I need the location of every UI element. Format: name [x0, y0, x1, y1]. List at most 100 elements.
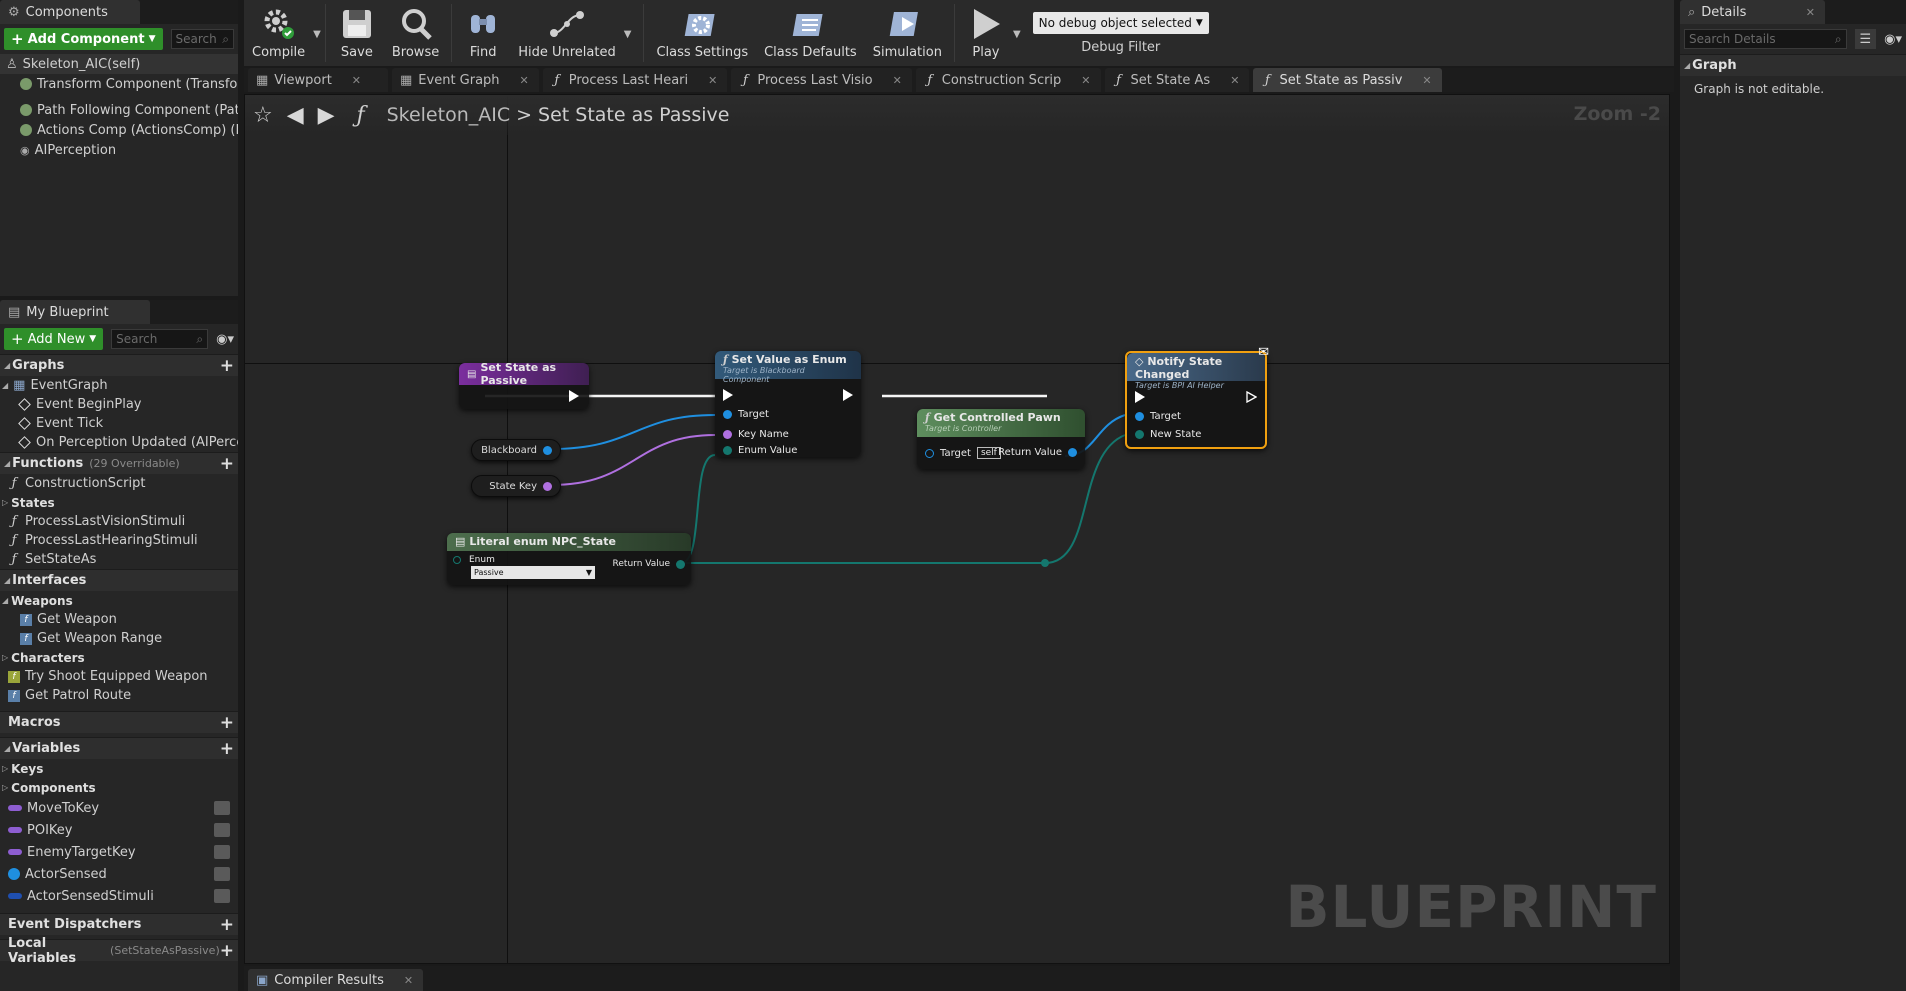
node-entry-set-state-as-passive[interactable]: ▤ Set State as Passive — [459, 361, 589, 409]
close-icon[interactable]: ✕ — [1230, 74, 1239, 87]
tab-compiler-results[interactable]: ▣ Compiler Results ✕ — [248, 969, 424, 991]
hide-unrelated-chevron-icon[interactable]: ▼ — [624, 29, 632, 40]
visibility-eye-icon[interactable]: ◉▾ — [216, 332, 234, 347]
visibility-toggle-icon[interactable] — [214, 823, 230, 837]
close-icon[interactable]: ✕ — [404, 974, 413, 987]
reroute-knot[interactable] — [1041, 559, 1049, 567]
close-icon[interactable]: ✕ — [893, 74, 902, 87]
section-macros[interactable]: Macros + — [0, 711, 238, 733]
interface-item-try-shoot[interactable]: f Try Shoot Equipped Weapon — [0, 667, 238, 686]
target-self-pin[interactable]: Target self — [925, 447, 1001, 459]
category-components[interactable]: ▷ Components — [0, 778, 238, 797]
hide-unrelated-button[interactable]: Hide Unrelated — [510, 0, 624, 66]
section-variables[interactable]: ◢ Variables + — [0, 737, 238, 759]
visibility-toggle-icon[interactable] — [214, 867, 230, 881]
event-item-beginplay[interactable]: Event BeginPlay — [0, 395, 238, 414]
enum-value-pin[interactable]: Enum Value — [723, 445, 797, 456]
tab-viewport[interactable]: ▦ Viewport ✕ — [248, 68, 388, 92]
find-button[interactable]: Find — [456, 0, 510, 66]
component-item-path-following[interactable]: Path Following Component (PathFollowingC… — [0, 100, 238, 120]
exec-input-pin[interactable] — [723, 389, 733, 401]
add-graph-button[interactable]: + — [220, 356, 234, 376]
details-search-input[interactable]: Search Details ⌕ — [1684, 29, 1847, 49]
variable-item-poikey[interactable]: POIKey — [0, 819, 238, 841]
debug-object-select[interactable]: No debug object selected ▼ — [1032, 11, 1209, 34]
category-keys[interactable]: ▷ Keys — [0, 759, 238, 778]
tab-details[interactable]: ⌕ Details ✕ — [1680, 0, 1825, 24]
close-icon[interactable]: ✕ — [1422, 74, 1431, 87]
interface-item-get-weapon[interactable]: f Get Weapon — [0, 610, 238, 629]
add-local-variable-button[interactable]: + — [220, 941, 234, 961]
tab-set-state-as[interactable]: ƒ Set State As ✕ — [1104, 68, 1250, 92]
section-local-variables[interactable]: Local Variables (SetStateAsPassive) + — [0, 936, 238, 966]
variable-item-actorsensed[interactable]: ActorSensed — [0, 863, 238, 885]
component-item-aiperception[interactable]: ◉ AIPerception — [0, 140, 238, 160]
compile-options-chevron-icon[interactable]: ▼ — [313, 29, 321, 40]
component-item-self[interactable]: ♙ Skeleton_AIC(self) — [0, 54, 238, 74]
tab-my-blueprint[interactable]: ▤ My Blueprint — [0, 300, 150, 324]
category-characters[interactable]: ▷ Characters — [0, 648, 238, 667]
browse-button[interactable]: Browse — [384, 0, 447, 66]
section-interfaces[interactable]: ◢ Interfaces — [0, 569, 238, 591]
exec-output-pin[interactable] — [569, 390, 579, 402]
enum-value-dropdown[interactable]: Passive ▼ — [471, 566, 595, 579]
play-options-chevron-icon[interactable]: ▼ — [1013, 29, 1021, 40]
function-item-process-hearing[interactable]: ƒ ProcessLastHearingStimuli — [0, 531, 238, 550]
close-icon[interactable]: ✕ — [708, 74, 717, 87]
enum-input-pin[interactable]: Enum Passive ▼ — [453, 555, 595, 579]
event-item-perception-updated[interactable]: On Perception Updated (AIPerception) — [0, 433, 238, 452]
close-icon[interactable]: ✕ — [1806, 6, 1815, 19]
category-states[interactable]: ▷ States — [0, 493, 238, 512]
node-literal-enum-npc-state[interactable]: ▤ Literal enum NPC_State Enum Passive ▼ … — [447, 533, 691, 585]
component-item-actions-comp[interactable]: Actions Comp (ActionsComp) (Inherited) — [0, 120, 238, 140]
component-item-transform[interactable]: Transform Component (TransformComponent) — [0, 74, 238, 94]
tab-components[interactable]: ⚙ Components — [0, 0, 140, 24]
return-value-pin[interactable]: Return Value — [998, 447, 1077, 458]
variable-item-actorsensedstimuli[interactable]: ActorSensedStimuli — [0, 885, 238, 907]
visibility-eye-icon[interactable]: ◉▾ — [1884, 32, 1902, 47]
section-event-dispatchers[interactable]: Event Dispatchers + — [0, 913, 238, 935]
add-macro-button[interactable]: + — [220, 713, 234, 733]
details-section-graph[interactable]: ◢ Graph — [1680, 54, 1906, 76]
exec-input-pin[interactable] — [1135, 391, 1145, 403]
close-icon[interactable]: ✕ — [520, 74, 529, 87]
function-item-constructionscript[interactable]: ƒ ConstructionScript — [0, 474, 238, 493]
node-get-blackboard[interactable]: Blackboard — [471, 439, 561, 461]
node-get-controlled-pawn[interactable]: ƒ Get Controlled Pawn Target is Controll… — [917, 409, 1085, 469]
tab-process-last-hearing[interactable]: ƒ Process Last Heari ✕ — [542, 68, 728, 92]
close-icon[interactable]: ✕ — [352, 74, 361, 87]
node-set-value-as-enum[interactable]: ƒ Set Value as Enum Target is Blackboard… — [715, 351, 861, 457]
visibility-toggle-icon[interactable] — [214, 889, 230, 903]
interface-item-get-weapon-range[interactable]: f Get Weapon Range — [0, 629, 238, 648]
function-item-process-vision[interactable]: ƒ ProcessLastVisionStimuli — [0, 512, 238, 531]
add-component-button[interactable]: + Add Component ▼ — [4, 28, 163, 50]
view-options-list-icon[interactable]: ☰ — [1854, 29, 1877, 49]
new-state-pin[interactable]: New State — [1135, 429, 1201, 440]
target-pin[interactable]: Target — [1135, 411, 1181, 422]
add-new-button[interactable]: + Add New ▼ — [4, 328, 104, 350]
node-get-state-key[interactable]: State Key — [471, 475, 561, 497]
add-dispatcher-button[interactable]: + — [220, 915, 234, 935]
event-graph-item[interactable]: ◢ ▦ EventGraph — [0, 376, 238, 395]
class-settings-button[interactable]: Class Settings — [648, 0, 756, 66]
play-button[interactable]: Play — [959, 0, 1013, 66]
my-blueprint-search-input[interactable]: Search ⌕ — [111, 329, 209, 349]
variable-item-enemytargetkey[interactable]: EnemyTargetKey — [0, 841, 238, 863]
variable-item-movetokey[interactable]: MoveToKey — [0, 797, 238, 819]
tab-set-state-as-passive[interactable]: ƒ Set State as Passiv ✕ — [1253, 68, 1442, 92]
add-variable-button[interactable]: + — [220, 739, 234, 759]
graph-canvas[interactable]: ☆ ◀ ▶ ƒ Skeleton_AIC > Set State as Pass… — [244, 94, 1670, 964]
node-notify-state-changed[interactable]: ◇ Notify State Changed Target is BPI AI … — [1125, 345, 1269, 449]
tab-process-last-vision[interactable]: ƒ Process Last Visio ✕ — [731, 68, 912, 92]
function-item-setstateas[interactable]: ƒ SetStateAs — [0, 550, 238, 569]
simulation-button[interactable]: Simulation — [865, 0, 950, 66]
target-pin[interactable]: Target — [723, 409, 769, 420]
close-icon[interactable]: ✕ — [1081, 74, 1090, 87]
class-defaults-button[interactable]: Class Defaults — [756, 0, 865, 66]
visibility-toggle-icon[interactable] — [214, 845, 230, 859]
components-search-input[interactable]: Search ⌕ — [170, 29, 234, 49]
compile-button[interactable]: Compile — [244, 0, 313, 66]
return-value-pin[interactable]: Return Value — [613, 559, 685, 569]
exec-output-pin[interactable] — [843, 389, 853, 401]
section-functions[interactable]: ◢ Functions (29 Overridable) + — [0, 452, 238, 474]
